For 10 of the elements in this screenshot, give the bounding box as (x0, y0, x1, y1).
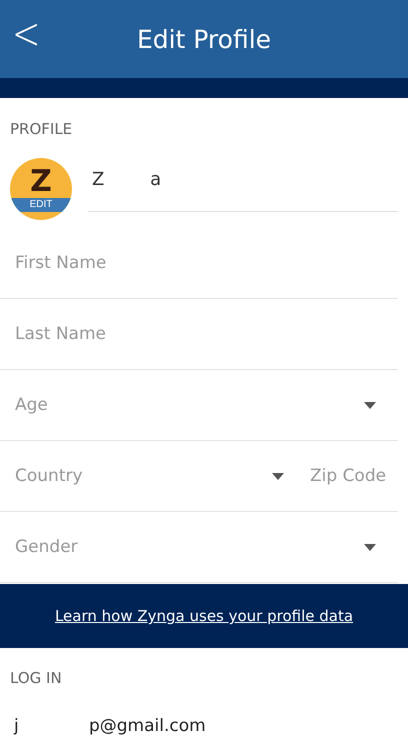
email-text: j p@gmail.com (12, 715, 207, 736)
avatar-button[interactable]: Z EDIT (10, 158, 72, 220)
section-heading: PROFILE (9, 119, 74, 140)
privacy-link[interactable]: Learn how Zynga uses your profile data (54, 607, 354, 625)
caret-icon (364, 544, 376, 550)
caret-icon (272, 472, 284, 480)
back-button[interactable]: < (8, 8, 44, 60)
section-heading: LOG IN (9, 668, 63, 689)
page-title: Edit Profile (136, 24, 272, 54)
caret-icon (364, 402, 376, 408)
